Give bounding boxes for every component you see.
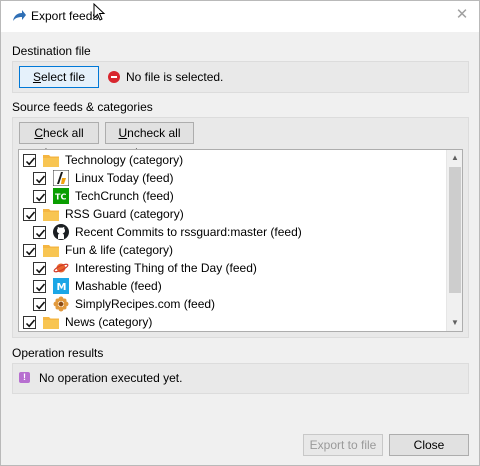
window-title: Export feeds	[31, 9, 99, 23]
item-checkbox[interactable]	[33, 172, 46, 185]
tree-feed-row[interactable]: Linux Today (feed)	[19, 169, 447, 187]
techcrunch-icon: TC	[53, 188, 69, 204]
tree-feed-row[interactable]: Interesting Thing of the Day (feed)	[19, 259, 447, 277]
svg-text:M: M	[57, 282, 67, 293]
tree-item-label: Linux Today (feed)	[75, 171, 174, 185]
check-all-mnemonic: C	[34, 126, 43, 140]
close-window-icon[interactable]: ✕	[454, 7, 470, 23]
item-checkbox[interactable]	[33, 280, 46, 293]
item-checkbox[interactable]	[33, 226, 46, 239]
select-file-mnemonic: S	[32, 70, 41, 84]
folder-icon	[43, 207, 59, 221]
item-checkbox[interactable]	[23, 244, 36, 257]
tree-category-row[interactable]: RSS Guard (category)	[19, 205, 447, 223]
close-button[interactable]: Close	[389, 434, 469, 456]
tree-category-row[interactable]: Technology (category)	[19, 151, 447, 169]
operation-results-group: ! No operation executed yet.	[12, 363, 469, 394]
item-checkbox[interactable]	[23, 208, 36, 221]
flower-icon	[53, 296, 69, 312]
folder-icon	[43, 315, 59, 329]
destination-group: Select file No file is selected.	[12, 61, 469, 93]
uncheck-all-button[interactable]: Uncheck all items	[105, 122, 194, 160]
planet-icon	[53, 260, 69, 274]
scroll-up-icon[interactable]: ▲	[447, 150, 462, 166]
tree-category-row[interactable]: Fun & life (category)	[19, 241, 447, 259]
tree-item-label: Recent Commits to rssguard:master (feed)	[75, 225, 302, 239]
operation-results-text: No operation executed yet.	[39, 371, 183, 385]
mouse-cursor-icon	[93, 3, 106, 21]
tree-item-label: Interesting Thing of the Day (feed)	[75, 261, 257, 275]
tree-feed-row[interactable]: M Mashable (feed)	[19, 277, 447, 295]
scroll-down-icon[interactable]: ▼	[447, 315, 462, 331]
mashable-icon: M	[53, 278, 69, 294]
export-arrow-icon	[13, 10, 26, 21]
tree-feed-row[interactable]: SimplyRecipes.com (feed)	[19, 295, 447, 313]
error-status-icon	[108, 71, 120, 83]
folder-icon	[43, 153, 59, 167]
select-file-label: elect file	[40, 70, 86, 84]
folder-icon	[43, 243, 59, 257]
operation-results-label: Operation results	[12, 346, 104, 360]
tree-item-label: RSS Guard (category)	[65, 207, 184, 221]
github-icon	[53, 224, 69, 240]
destination-file-label: Destination file	[12, 44, 91, 58]
info-status-icon: !	[19, 372, 30, 383]
uncheck-all-mnemonic: U	[118, 126, 128, 140]
tree-feed-row[interactable]: TC TechCrunch (feed)	[19, 187, 447, 205]
tree-item-label: Technology (category)	[65, 153, 184, 167]
tree-scrollbar[interactable]: ▲ ▼	[446, 150, 462, 331]
tree-item-label: Mashable (feed)	[75, 279, 162, 293]
tree-item-label: News (category)	[65, 315, 153, 329]
tree-item-label: SimplyRecipes.com (feed)	[75, 297, 216, 311]
export-feeds-dialog: Export feeds ✕ Destination file Select f…	[0, 0, 480, 466]
tree-category-row[interactable]: News (category)	[19, 313, 447, 331]
item-checkbox[interactable]	[33, 262, 46, 275]
item-checkbox[interactable]	[33, 190, 46, 203]
item-checkbox[interactable]	[33, 298, 46, 311]
tree-feed-row[interactable]: Recent Commits to rssguard:master (feed)	[19, 223, 447, 241]
file-status-text: No file is selected.	[126, 70, 224, 84]
item-checkbox[interactable]	[23, 316, 36, 329]
tree-item-label: TechCrunch (feed)	[75, 189, 174, 203]
source-feeds-label: Source feeds & categories	[12, 100, 153, 114]
svg-text:TC: TC	[55, 193, 66, 202]
check-all-button[interactable]: Check all items	[19, 122, 99, 160]
linux-today-icon	[52, 169, 70, 187]
scroll-thumb[interactable]	[449, 167, 461, 293]
title-bar: Export feeds ✕	[1, 1, 479, 32]
export-to-file-button[interactable]: Export to file	[303, 434, 383, 456]
feeds-tree[interactable]: Technology (category) Linux Today (feed) T…	[18, 149, 463, 332]
item-checkbox[interactable]	[23, 154, 36, 167]
tree-item-label: Fun & life (category)	[65, 243, 174, 257]
select-file-button[interactable]: Select file	[19, 66, 99, 88]
